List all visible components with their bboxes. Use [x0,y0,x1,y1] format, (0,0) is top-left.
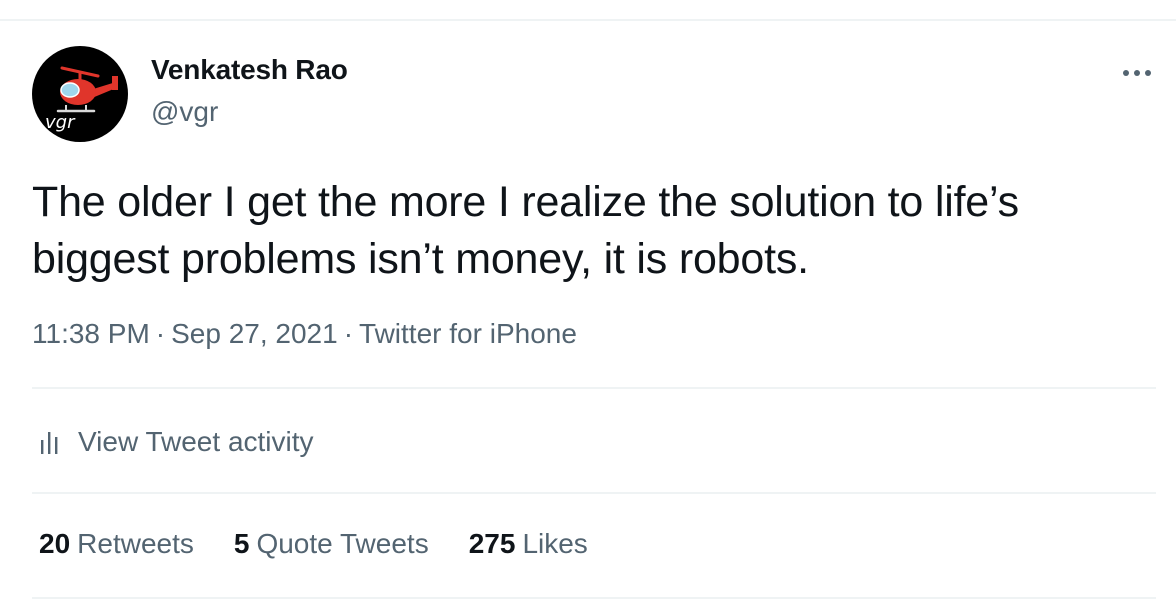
quote-tweets-label: Quote Tweets [256,528,429,559]
retweets-label: Retweets [77,528,194,559]
author-handle[interactable]: @vgr [151,96,218,128]
tweet-metadata: 11:38 PM · Sep 27, 2021 · Twitter for iPhone [32,318,577,350]
avatar[interactable]: vgr [32,46,128,142]
helicopter-icon: vgr [45,66,118,133]
engagement-stats: 20 Retweets 5 Quote Tweets 275 Likes [39,528,628,560]
meta-separator: · [343,318,354,349]
tweet-text: The older I get the more I realize the s… [32,174,1152,288]
tweet-date-link[interactable]: Sep 27, 2021 [171,318,338,349]
tweet-text-line: The older I get the more I realize the s… [32,178,1019,226]
tweet-text-line: biggest problems isn’t money, it is robo… [32,235,809,283]
author-display-name[interactable]: Venkatesh Rao [151,54,348,86]
quote-tweets-count: 5 [233,528,250,559]
meta-separator: · [155,318,166,349]
retweets-stat[interactable]: 20 Retweets [39,528,194,560]
likes-count: 275 [468,528,516,559]
quote-tweets-stat[interactable]: 5 Quote Tweets [234,528,429,560]
more-options-button[interactable] [1118,58,1158,88]
retweets-count: 20 [39,528,71,559]
view-tweet-activity-label: View Tweet activity [78,426,314,457]
tweet-time-link[interactable]: 11:38 PM [32,318,150,349]
divider [32,492,1156,494]
bar-chart-icon [38,426,64,458]
view-tweet-activity-link[interactable]: View Tweet activity [38,422,314,462]
more-horizontal-icon [1123,70,1151,76]
divider [32,387,1156,389]
divider [32,597,1156,599]
top-divider [0,19,1176,21]
avatar-text: vgr [45,112,76,133]
likes-label: Likes [522,528,588,559]
tweet-source-link[interactable]: Twitter for iPhone [359,318,577,349]
likes-stat[interactable]: 275 Likes [469,528,588,560]
